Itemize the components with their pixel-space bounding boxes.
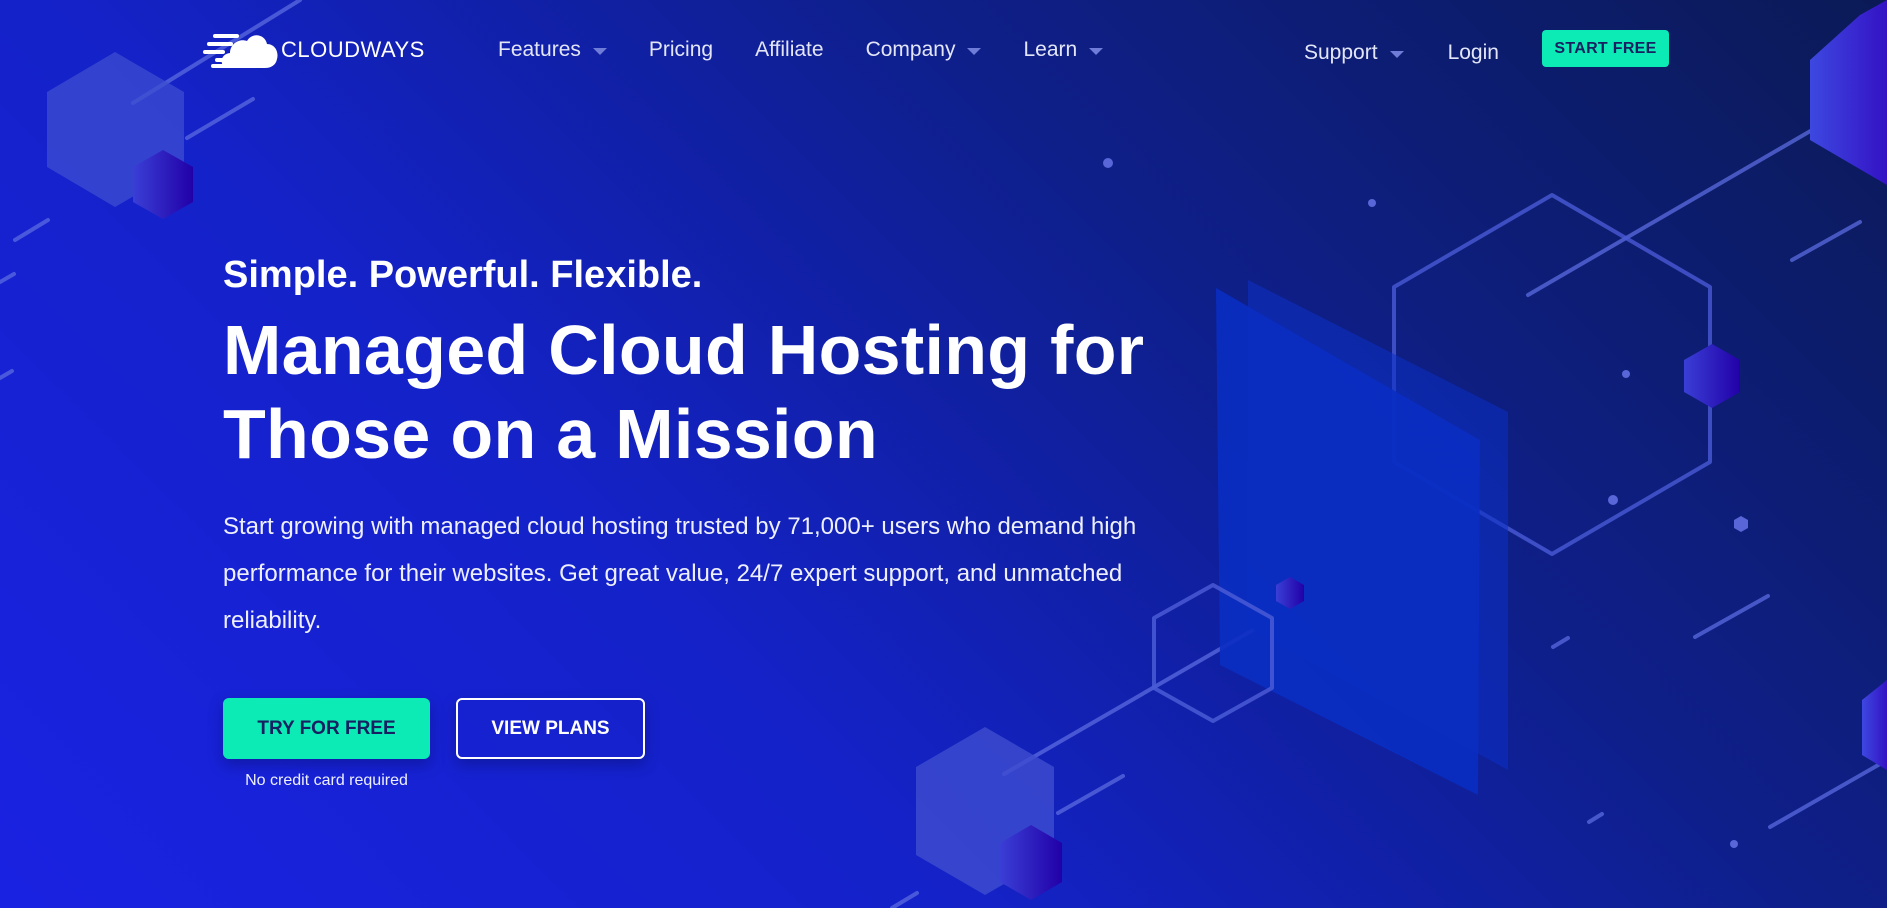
hexagon-shape	[1862, 680, 1887, 770]
hero-headline: Managed Cloud Hosting for Those on a Mis…	[223, 308, 1203, 476]
nav-label: Login	[1447, 41, 1499, 64]
cloud-speed-icon	[203, 34, 278, 68]
nav-label: Affiliate	[755, 38, 824, 61]
panel-shape	[1247, 280, 1508, 770]
headline-line-1: Managed Cloud Hosting for	[223, 311, 1145, 389]
nav-item-support[interactable]: Support	[1304, 41, 1404, 65]
hero-description: Start growing with managed cloud hosting…	[223, 513, 1137, 634]
caret-down-icon	[1389, 50, 1404, 58]
nav-label: Features	[498, 38, 581, 61]
site-header: CLOUDWAYS Features Pricing Affiliate Com…	[0, 0, 1887, 100]
start-free-button[interactable]: START FREE	[1542, 30, 1669, 67]
hexagon-outline	[1392, 193, 1712, 556]
hexagon-shape	[1276, 577, 1304, 609]
hexagon-shape	[1684, 344, 1740, 408]
nav-item-company[interactable]: Company	[866, 38, 982, 62]
hexagon-shape	[133, 150, 193, 219]
caret-down-icon	[1089, 47, 1104, 55]
try-for-free-button[interactable]: TRY FOR FREE	[223, 698, 430, 759]
nav-item-features[interactable]: Features	[498, 38, 607, 62]
nav-item-learn[interactable]: Learn	[1023, 38, 1104, 62]
hexagon-shape	[916, 727, 1054, 895]
nav-label: Pricing	[648, 38, 714, 61]
no-credit-card-note: No credit card required	[245, 772, 408, 789]
main-nav: Features Pricing Affiliate Company Learn	[498, 34, 1145, 66]
caret-down-icon	[967, 47, 982, 55]
hero-section: Simple. Powerful. Flexible. Managed Clou…	[223, 250, 1203, 644]
nav-label: Support	[1304, 41, 1378, 64]
nav-item-pricing[interactable]: Pricing	[649, 38, 713, 62]
hero-tagline: Simple. Powerful. Flexible.	[223, 254, 703, 296]
brand-logo[interactable]: CLOUDWAYS	[203, 30, 425, 70]
nav-item-login[interactable]: Login	[1448, 41, 1499, 65]
panel-shape	[1216, 288, 1480, 795]
caret-down-icon	[592, 47, 607, 55]
nav-label: Company	[865, 38, 956, 61]
nav-label: Learn	[1023, 38, 1078, 61]
secondary-nav: Support Login	[1304, 36, 1543, 70]
nav-item-affiliate[interactable]: Affiliate	[755, 38, 824, 62]
cta-group: TRY FOR FREE VIEW PLANS	[223, 698, 645, 759]
headline-line-2: Those on a Mission	[223, 395, 878, 473]
hexagon-shape	[1000, 825, 1062, 900]
view-plans-button[interactable]: VIEW PLANS	[456, 698, 645, 759]
brand-name: CLOUDWAYS	[281, 37, 425, 62]
